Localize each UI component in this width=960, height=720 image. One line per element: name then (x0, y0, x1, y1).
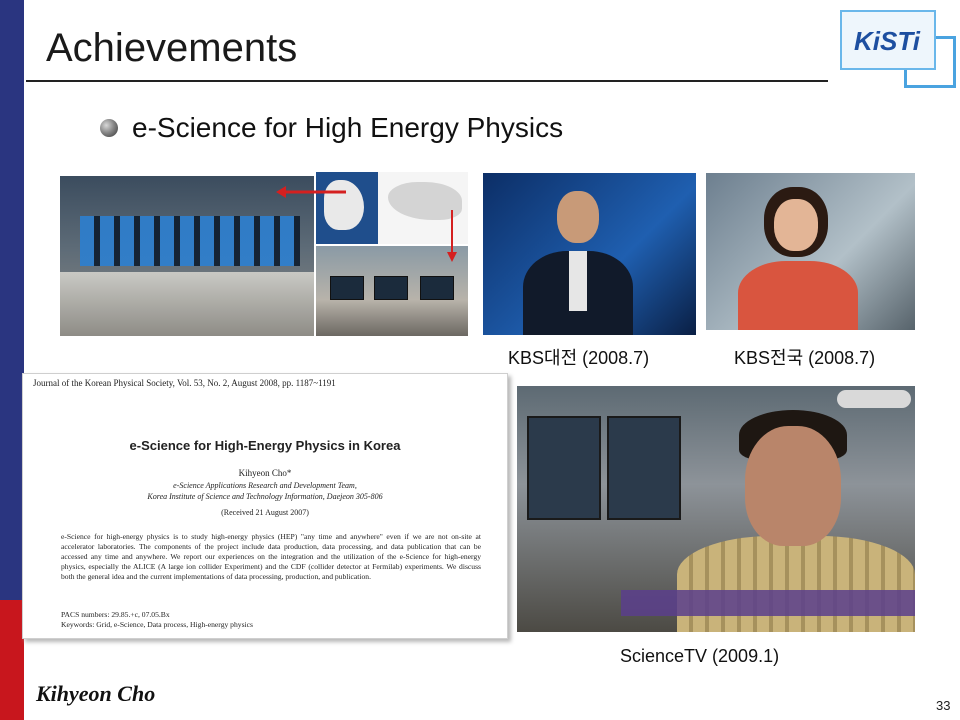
paper-abstract: e-Science for high-energy physics is to … (61, 532, 481, 581)
interviewee-shirt (677, 536, 915, 632)
left-arrow-head (276, 186, 286, 198)
left-accent-bar-blue (0, 0, 24, 600)
footer-author-name: Kihyeon Cho (36, 681, 156, 706)
background-monitor (527, 416, 601, 520)
office-monitor (420, 276, 454, 300)
caption-kbs-daejeon: KBS대전 (2008.7) (508, 348, 650, 368)
male-anchor-figure (523, 191, 633, 335)
caption-kbs-national: KBS전국 (2008.7) (734, 348, 876, 368)
logo-front-panel: KiSTi (840, 10, 936, 70)
interviewee-face (745, 426, 841, 546)
paper-affiliation: e-Science Applications Research and Deve… (147, 481, 383, 501)
anchor-head (774, 199, 818, 251)
female-anchor-figure (738, 187, 858, 330)
kbs-daejeon-news-photo (483, 173, 696, 335)
bullet-item: e-Science for High Energy Physics (100, 112, 563, 144)
sciencetv-interview-photo (517, 386, 915, 632)
connection-arrows (276, 186, 457, 262)
journal-paper-thumbnail: Journal of the Korean Physical Society, … (22, 373, 508, 639)
bullet-sphere-icon (100, 119, 118, 137)
paper-author: Kihyeon Cho* (238, 468, 292, 478)
caption-sciencetv: ScienceTV (2009.1) (620, 646, 780, 666)
office-monitor (374, 276, 408, 300)
kisti-logo: KiSTi (838, 8, 958, 88)
control-room-monitors (80, 216, 300, 266)
paper-pacs: PACS numbers: 29.85.+c, 07.05.Bx Keyword… (61, 610, 253, 629)
anchor-head (557, 191, 599, 243)
tv-lower-third-banner (621, 590, 915, 616)
kbs-national-news-photo (706, 173, 915, 330)
down-arrow-head (447, 252, 457, 262)
office-monitor (330, 276, 364, 300)
paper-title: e-Science for High-Energy Physics in Kor… (129, 438, 401, 453)
paper-received: (Received 21 August 2007) (221, 508, 309, 517)
slide-title: Achievements (46, 26, 298, 70)
page-number: 33 (936, 698, 951, 713)
sciencetv-channel-logo (837, 390, 911, 408)
paper-journal-line: Journal of the Korean Physical Society, … (33, 378, 336, 388)
control-room-desk (60, 272, 314, 336)
anchor-tie (569, 251, 587, 311)
left-accent-bar-red (0, 600, 24, 720)
background-monitor (607, 416, 681, 520)
logo-text: KiSTi (854, 26, 920, 56)
bullet-text: e-Science for High Energy Physics (132, 112, 564, 143)
title-underline (26, 80, 828, 82)
anchor-jacket (738, 261, 858, 330)
